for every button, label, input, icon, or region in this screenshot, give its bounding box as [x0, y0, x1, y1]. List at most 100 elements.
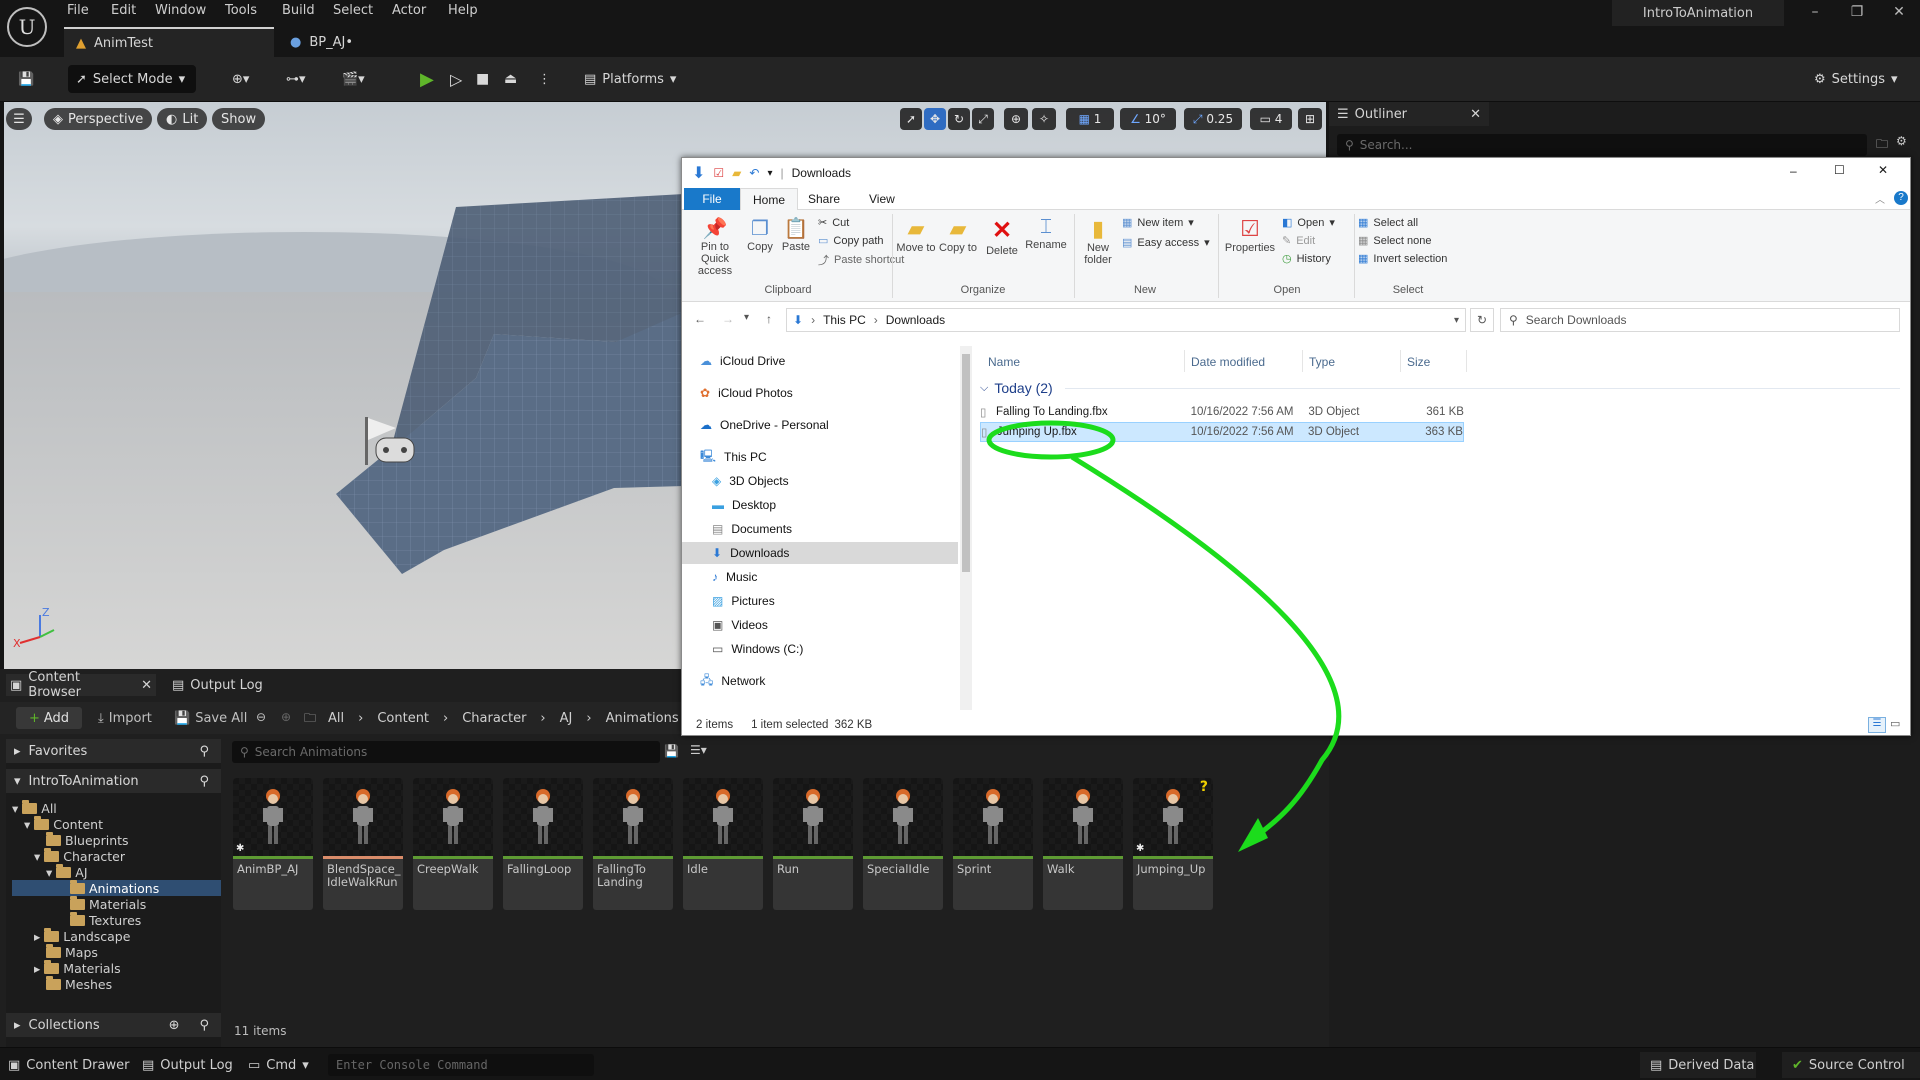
tab-output-log[interactable]: ▤ Output Log [172, 674, 263, 696]
menu-help[interactable]: Help [448, 3, 478, 21]
search-icon[interactable]: ⚲ [199, 774, 209, 789]
filter-icon[interactable]: ☰▾ [690, 743, 707, 757]
grid-snap-button[interactable]: ▦ 1 [1066, 108, 1114, 130]
menu-edit[interactable]: Edit [111, 3, 136, 21]
close-icon[interactable]: ✕ [1470, 107, 1481, 122]
collapse-ribbon-icon[interactable]: ︿ [1875, 191, 1885, 206]
column-date-modified[interactable]: Date modified [1191, 355, 1265, 369]
invert-selection-button[interactable]: ▦ Invert selection [1358, 252, 1447, 266]
favorites-header[interactable]: ▸ Favorites ⚲ [6, 739, 221, 763]
copy-path-button[interactable]: ▭ Copy path [818, 234, 884, 248]
asset-search-input[interactable]: ⚲ Search Animations [232, 741, 660, 763]
play-icon[interactable]: ▶ [412, 65, 442, 93]
properties-button[interactable]: ☑ Properties [1222, 216, 1278, 254]
tree-item-textures[interactable]: Textures [70, 911, 141, 928]
scale-snap-button[interactable]: ⤢ 0.25 [1184, 108, 1242, 130]
help-icon[interactable]: ? [1894, 191, 1908, 205]
scale-tool-icon[interactable]: ⤢ [972, 108, 994, 130]
asset-tile[interactable]: Idle [683, 778, 763, 910]
nav-network[interactable]: 🖧 Network [700, 670, 765, 692]
nav-videos[interactable]: ▣ Videos [712, 614, 768, 636]
nav-scrollbar[interactable] [960, 346, 972, 710]
asset-tile[interactable]: FallingLoop [503, 778, 583, 910]
chevron-down-icon[interactable]: ▾ [767, 168, 772, 179]
delete-button[interactable]: ✕ Delete [982, 216, 1022, 257]
tab-animtest[interactable]: ▲ AnimTest [64, 27, 274, 57]
save-search-icon[interactable]: 💾 [664, 744, 679, 758]
asset-tile[interactable]: SpecialIdle [863, 778, 943, 910]
forward-arrow-icon[interactable]: → [722, 312, 734, 326]
column-name[interactable]: Name [988, 355, 1020, 369]
nav-pictures[interactable]: ▨ Pictures [712, 590, 775, 612]
select-all-button[interactable]: ▦ Select all [1358, 216, 1418, 230]
nav-documents[interactable]: ▤ Documents [712, 518, 792, 540]
add-button[interactable]: + Add [16, 707, 82, 729]
tree-item-maps[interactable]: Maps [46, 943, 98, 960]
folder-icon[interactable]: 🗀 [304, 709, 316, 730]
move-to-button[interactable]: ▰ Move to [896, 216, 936, 254]
recent-locations-icon[interactable]: ▾ [744, 312, 749, 323]
menu-tools[interactable]: Tools [225, 3, 257, 21]
file-row[interactable]: ▯ Falling To Landing.fbx 10/16/2022 7:56… [980, 402, 1464, 422]
platforms-dropdown[interactable]: ▤ Platforms ▾ [576, 65, 684, 93]
nav-windows-c[interactable]: ▭ Windows (C:) [712, 638, 803, 660]
menu-file[interactable]: File [67, 3, 89, 21]
more-options-icon[interactable]: ⋮ [530, 65, 559, 93]
lit-button[interactable]: ◐ Lit [157, 108, 208, 130]
step-icon[interactable]: ▷ [442, 65, 470, 93]
show-button[interactable]: Show [212, 108, 266, 130]
breadcrumb-aj[interactable]: AJ [560, 711, 573, 726]
tree-item-animations[interactable]: Animations [12, 879, 221, 896]
asset-tile[interactable]: Run [773, 778, 853, 910]
search-icon[interactable]: ⚲ [199, 744, 209, 759]
cinematics-icon[interactable]: 🎬▾ [334, 65, 373, 93]
new-folder-button[interactable]: ▮ New folder [1078, 216, 1118, 266]
tree-item-character[interactable]: ▾ Character [34, 847, 125, 864]
menu-actor[interactable]: Actor [392, 3, 426, 21]
tree-item-materials-root[interactable]: ▸ Materials [34, 959, 121, 976]
rotate-tool-icon[interactable]: ↻ [948, 108, 970, 130]
rename-button[interactable]: ⌶ Rename [1024, 216, 1068, 251]
content-drawer-button[interactable]: ▣ Content Drawer [8, 1054, 129, 1076]
chevron-down-icon[interactable]: ▾ [1454, 315, 1459, 326]
column-size[interactable]: Size [1407, 355, 1430, 369]
world-space-icon[interactable]: ⊕ [1004, 108, 1028, 130]
tree-item-blueprints[interactable]: Blueprints [46, 831, 129, 848]
column-type[interactable]: Type [1309, 355, 1335, 369]
asset-tile[interactable]: ? ✱ Jumping_Up [1133, 778, 1213, 910]
save-all-button[interactable]: 💾 Save All [174, 707, 247, 729]
collections-header[interactable]: ▸ Collections ⊕ ⚲ [6, 1013, 221, 1037]
details-view-icon[interactable]: ☰ [1868, 717, 1886, 733]
minimize-icon[interactable]: – [1790, 164, 1797, 178]
file-row-selected[interactable]: ▯ Jumping Up.fbx 10/16/2022 7:56 AM 3D O… [980, 422, 1464, 442]
asset-tile[interactable]: ✱ AnimBP_AJ [233, 778, 313, 910]
add-collection-icon[interactable]: ⊕ [169, 1018, 180, 1033]
search-downloads-input[interactable]: ⚲ Search Downloads [1500, 308, 1900, 332]
edit-button[interactable]: ✎ Edit [1282, 234, 1315, 248]
maximize-icon[interactable]: ☐ [1834, 163, 1845, 177]
derived-data-button[interactable]: ▤ Derived Data [1640, 1052, 1756, 1078]
tree-item-content[interactable]: ▾ Content [24, 815, 103, 832]
breadcrumb-downloads[interactable]: Downloads [886, 313, 945, 327]
new-item-button[interactable]: ▦ New item ▾ [1122, 216, 1194, 230]
minimize-icon[interactable]: – [1800, 4, 1830, 26]
asset-tile[interactable]: Walk [1043, 778, 1123, 910]
tree-item-all[interactable]: ▾ All [12, 799, 57, 816]
blueprints-icon[interactable]: ⊶▾ [278, 65, 314, 93]
import-button[interactable]: ⤓ Import [98, 707, 152, 729]
eject-icon[interactable]: ⏏ [496, 65, 525, 93]
properties-qa-icon[interactable]: ☑ [713, 166, 724, 180]
asset-tile[interactable]: CreepWalk [413, 778, 493, 910]
nav-music[interactable]: ♪ Music [712, 566, 757, 588]
nav-onedrive[interactable]: ☁ OneDrive - Personal [700, 414, 829, 436]
nav-desktop[interactable]: ▬ Desktop [712, 494, 776, 516]
nav-3d-objects[interactable]: ◈ 3D Objects [712, 470, 789, 492]
undo-icon[interactable]: ↶ [749, 166, 759, 180]
select-none-button[interactable]: ▦ Select none [1358, 234, 1432, 248]
settings-button[interactable]: ⚙ Settings ▾ [1806, 65, 1906, 93]
copy-button[interactable]: ❐ Copy [744, 216, 776, 253]
source-control-button[interactable]: ✔ Source Control [1782, 1052, 1920, 1078]
paste-button[interactable]: 📋 Paste [778, 216, 814, 253]
stop-icon[interactable]: ■ [468, 65, 497, 93]
large-icons-view-icon[interactable]: ▭ [1890, 717, 1900, 730]
